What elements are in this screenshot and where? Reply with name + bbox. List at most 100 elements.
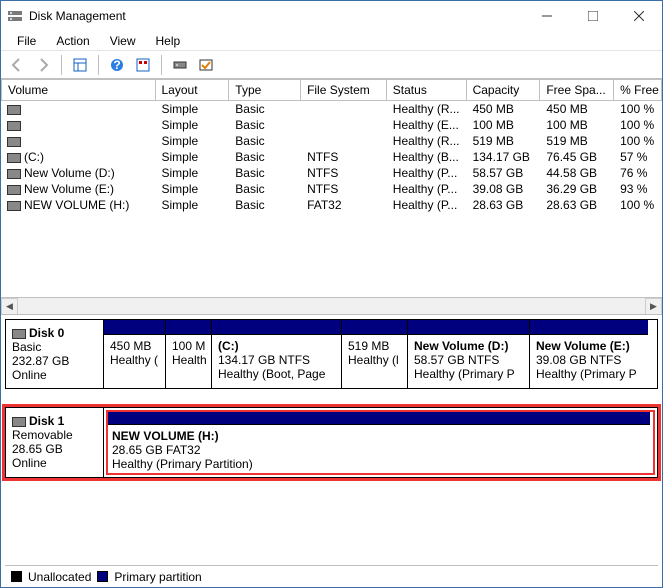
cell-fs bbox=[301, 117, 387, 133]
table-row[interactable]: New Volume (E:)SimpleBasicNTFSHealthy (P… bbox=[1, 181, 662, 197]
refresh-button[interactable] bbox=[168, 54, 192, 76]
col-freespace[interactable]: Free Spa... bbox=[540, 79, 614, 101]
disk-row-1[interactable]: Disk 1 Removable 28.65 GB Online NEW VOL… bbox=[5, 407, 658, 478]
partition-color-bar bbox=[106, 410, 650, 425]
properties-button[interactable] bbox=[68, 54, 92, 76]
partition-name: New Volume (D:) bbox=[414, 339, 523, 353]
graphical-view: Disk 0 Basic 232.87 GB Online 450 MBHeal… bbox=[1, 314, 662, 587]
cell-capacity: 58.57 GB bbox=[467, 165, 541, 181]
toolbar: ? bbox=[1, 51, 662, 79]
cell-layout: Simple bbox=[156, 101, 230, 117]
table-row[interactable]: New Volume (D:)SimpleBasicNTFSHealthy (P… bbox=[1, 165, 662, 181]
legend: Unallocated Primary partition bbox=[5, 565, 658, 587]
col-filesystem[interactable]: File System bbox=[301, 79, 387, 101]
partition-container: NEW VOLUME (H:)28.65 GB FAT32Healthy (Pr… bbox=[106, 410, 655, 475]
table-row[interactable]: SimpleBasicHealthy (E...100 MB100 MB100 … bbox=[1, 117, 662, 133]
table-row[interactable]: SimpleBasicHealthy (R...450 MB450 MB100 … bbox=[1, 101, 662, 117]
cell-pct: 100 % bbox=[614, 133, 662, 149]
forward-button[interactable] bbox=[31, 54, 55, 76]
scroll-track[interactable] bbox=[18, 298, 645, 314]
partition[interactable]: 100 MHealth bbox=[166, 320, 212, 388]
partition[interactable]: New Volume (D:)58.57 GB NTFSHealthy (Pri… bbox=[408, 320, 530, 388]
cell-free: 100 MB bbox=[540, 117, 614, 133]
close-button[interactable] bbox=[616, 1, 662, 31]
minimize-button[interactable] bbox=[524, 1, 570, 31]
cell-capacity: 39.08 GB bbox=[467, 181, 541, 197]
cell-capacity: 450 MB bbox=[467, 101, 541, 117]
cell-status: Healthy (R... bbox=[387, 101, 467, 117]
disk-icon bbox=[12, 329, 26, 339]
partition[interactable]: NEW VOLUME (H:)28.65 GB FAT32Healthy (Pr… bbox=[106, 410, 650, 475]
cell-status: Healthy (E... bbox=[387, 117, 467, 133]
menu-help[interactable]: Help bbox=[146, 32, 191, 50]
menu-view[interactable]: View bbox=[100, 32, 146, 50]
partition-status: Health bbox=[172, 353, 205, 367]
cell-volume: NEW VOLUME (H:) bbox=[24, 198, 129, 212]
partition-color-bar bbox=[104, 320, 165, 335]
partition-status: Healthy ( bbox=[110, 353, 159, 367]
menu-action[interactable]: Action bbox=[46, 32, 99, 50]
partition[interactable]: 450 MBHealthy ( bbox=[104, 320, 166, 388]
volume-icon bbox=[7, 153, 21, 163]
col-pctfree[interactable]: % Free bbox=[614, 79, 662, 101]
partition-color-bar bbox=[408, 320, 529, 335]
col-capacity[interactable]: Capacity bbox=[467, 79, 541, 101]
partition[interactable]: (C:)134.17 GB NTFSHealthy (Boot, Page bbox=[212, 320, 342, 388]
partition-name: New Volume (E:) bbox=[536, 339, 642, 353]
partition-status: Healthy (Boot, Page bbox=[218, 367, 335, 381]
back-button[interactable] bbox=[5, 54, 29, 76]
cell-type: Basic bbox=[229, 197, 301, 213]
help-button[interactable]: ? bbox=[105, 54, 129, 76]
scroll-left-icon[interactable]: ◀ bbox=[1, 298, 18, 315]
table-row[interactable]: NEW VOLUME (H:)SimpleBasicFAT32Healthy (… bbox=[1, 197, 662, 213]
cell-free: 76.45 GB bbox=[540, 149, 614, 165]
cell-volume: (C:) bbox=[24, 150, 44, 164]
partition-size: 28.65 GB FAT32 bbox=[112, 443, 644, 457]
volume-icon bbox=[7, 169, 21, 179]
partition-label: New Volume (E:)39.08 GB NTFSHealthy (Pri… bbox=[530, 335, 648, 388]
partition-size: 134.17 GB NTFS bbox=[218, 353, 335, 367]
cell-free: 36.29 GB bbox=[540, 181, 614, 197]
partition-size: 519 MB bbox=[348, 339, 401, 353]
menu-file[interactable]: File bbox=[7, 32, 46, 50]
partition-name: NEW VOLUME (H:) bbox=[112, 429, 644, 443]
titlebar: Disk Management bbox=[1, 1, 662, 31]
table-row[interactable]: SimpleBasicHealthy (R...519 MB519 MB100 … bbox=[1, 133, 662, 149]
menubar: File Action View Help bbox=[1, 31, 662, 51]
partition-label: New Volume (D:)58.57 GB NTFSHealthy (Pri… bbox=[408, 335, 529, 388]
col-status[interactable]: Status bbox=[387, 79, 467, 101]
partition-status: Healthy (l bbox=[348, 353, 401, 367]
settings-button[interactable] bbox=[131, 54, 155, 76]
cell-pct: 76 % bbox=[614, 165, 662, 181]
cell-type: Basic bbox=[229, 101, 301, 117]
disk-size: 232.87 GB bbox=[12, 354, 97, 368]
cell-layout: Simple bbox=[156, 181, 230, 197]
list-button[interactable] bbox=[194, 54, 218, 76]
disk-row-0[interactable]: Disk 0 Basic 232.87 GB Online 450 MBHeal… bbox=[5, 319, 658, 389]
partition[interactable]: New Volume (E:)39.08 GB NTFSHealthy (Pri… bbox=[530, 320, 648, 388]
horizontal-scrollbar[interactable]: ◀ ▶ bbox=[1, 297, 662, 314]
partition-color-bar bbox=[530, 320, 648, 335]
app-icon bbox=[7, 8, 23, 24]
col-type[interactable]: Type bbox=[229, 79, 301, 101]
partition-color-bar bbox=[342, 320, 407, 335]
disk-status: Online bbox=[12, 368, 97, 382]
svg-text:?: ? bbox=[113, 58, 120, 72]
cell-status: Healthy (P... bbox=[387, 181, 467, 197]
partition-size: 39.08 GB NTFS bbox=[536, 353, 642, 367]
maximize-button[interactable] bbox=[570, 1, 616, 31]
partition-label: (C:)134.17 GB NTFSHealthy (Boot, Page bbox=[212, 335, 341, 388]
col-volume[interactable]: Volume bbox=[1, 79, 156, 101]
col-layout[interactable]: Layout bbox=[156, 79, 230, 101]
disk-size: 28.65 GB bbox=[12, 442, 97, 456]
partition-label: 519 MBHealthy (l bbox=[342, 335, 407, 388]
cell-status: Healthy (B... bbox=[387, 149, 467, 165]
legend-label-unallocated: Unallocated bbox=[28, 570, 91, 584]
cell-type: Basic bbox=[229, 133, 301, 149]
scroll-right-icon[interactable]: ▶ bbox=[645, 298, 662, 315]
table-row[interactable]: (C:)SimpleBasicNTFSHealthy (B...134.17 G… bbox=[1, 149, 662, 165]
cell-fs: FAT32 bbox=[301, 197, 387, 213]
partition[interactable]: 519 MBHealthy (l bbox=[342, 320, 408, 388]
partition-size: 100 M bbox=[172, 339, 205, 353]
cell-layout: Simple bbox=[156, 197, 230, 213]
